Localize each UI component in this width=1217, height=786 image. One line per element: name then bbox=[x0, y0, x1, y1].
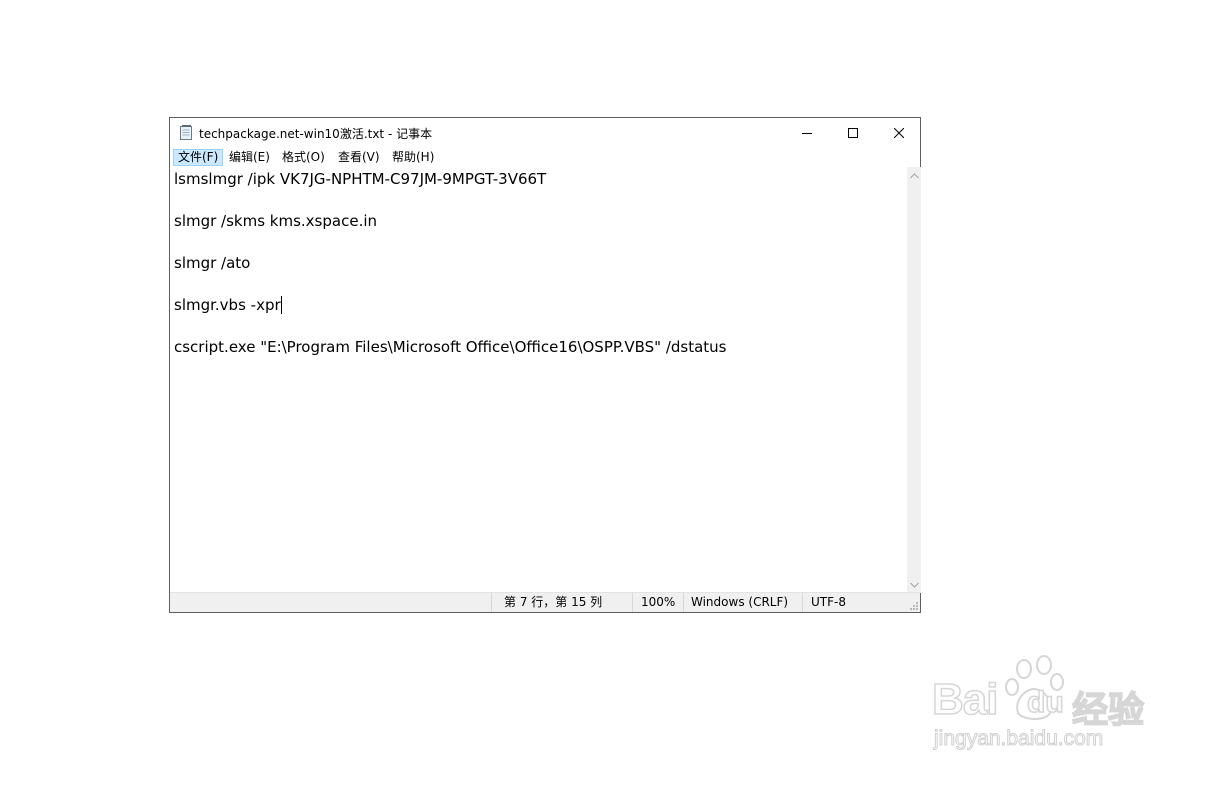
minimize-button[interactable] bbox=[784, 118, 830, 147]
editor-line-9: cscript.exe "E:\Program Files\Microsoft … bbox=[174, 338, 727, 356]
vertical-scrollbar[interactable] bbox=[907, 167, 921, 593]
window-title: techpackage.net-win10激活.txt - 记事本 bbox=[199, 127, 433, 141]
scroll-up-button[interactable] bbox=[907, 167, 921, 184]
minimize-icon bbox=[802, 132, 812, 134]
zoom-level: 100% bbox=[632, 593, 683, 612]
maximize-icon bbox=[848, 127, 858, 138]
watermark-jingyan: 经验 bbox=[1071, 688, 1145, 731]
encoding: UTF-8 bbox=[802, 593, 906, 612]
watermark-url: jingyan.baidu.com bbox=[933, 727, 1104, 751]
baidu-jingyan-watermark: Bai du 经验 jingyan.baidu.com bbox=[931, 655, 1152, 765]
menu-view[interactable]: 查看(V) bbox=[334, 149, 384, 166]
line-ending: Windows (CRLF) bbox=[683, 593, 802, 612]
watermark-brand-du: du bbox=[1026, 685, 1064, 720]
editor-line-1: lsmslmgr /ipk VK7JG-NPHTM-C97JM-9MPGT-3V… bbox=[174, 170, 547, 188]
resize-grip-icon[interactable] bbox=[908, 600, 919, 611]
menu-help[interactable]: 帮助(H) bbox=[388, 149, 438, 166]
chevron-down-icon bbox=[909, 582, 919, 588]
maximize-button[interactable] bbox=[830, 118, 876, 147]
scroll-down-button[interactable] bbox=[907, 576, 921, 593]
editor-line-7-container: slmgr.vbs -xpr bbox=[174, 294, 282, 316]
notepad-icon bbox=[180, 125, 192, 140]
watermark-brand: Bai bbox=[931, 674, 999, 725]
notepad-window: techpackage.net-win10激活.txt - 记事本 文件(F) … bbox=[169, 117, 921, 613]
menu-edit[interactable]: 编辑(E) bbox=[225, 149, 274, 166]
chevron-up-icon bbox=[909, 172, 919, 178]
menu-bar: 文件(F) 编辑(E) 格式(O) 查看(V) 帮助(H) bbox=[170, 148, 920, 167]
menu-format[interactable]: 格式(O) bbox=[278, 149, 329, 166]
text-editor[interactable]: lsmslmgr /ipk VK7JG-NPHTM-C97JM-9MPGT-3V… bbox=[170, 167, 907, 593]
editor-line-5: slmgr /ato bbox=[174, 254, 251, 272]
cursor-position: 第 7 行，第 15 列 bbox=[491, 593, 632, 612]
editor-line-7: slmgr.vbs -xpr bbox=[174, 296, 281, 314]
status-bar: 第 7 行，第 15 列 100% Windows (CRLF) UTF-8 bbox=[170, 592, 920, 612]
text-caret bbox=[280, 296, 282, 314]
close-icon bbox=[894, 127, 904, 138]
close-button[interactable] bbox=[876, 118, 922, 147]
title-bar[interactable]: techpackage.net-win10激活.txt - 记事本 bbox=[170, 118, 920, 148]
editor-line-3: slmgr /skms kms.xspace.in bbox=[174, 212, 378, 230]
menu-file[interactable]: 文件(F) bbox=[173, 149, 224, 166]
